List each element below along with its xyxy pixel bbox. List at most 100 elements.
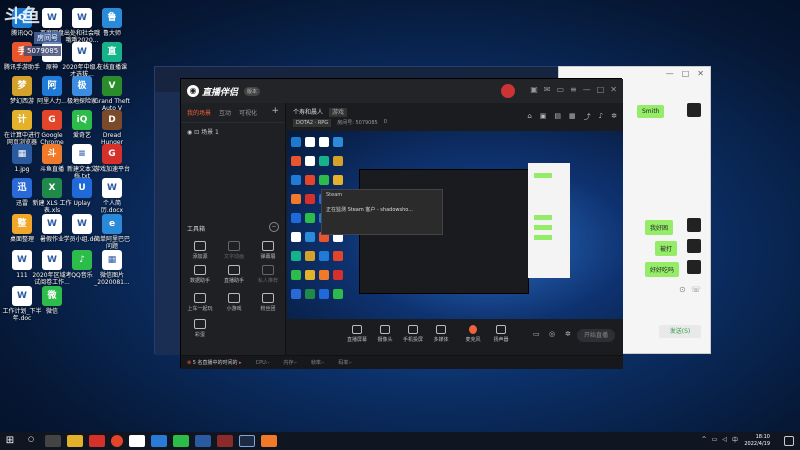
toolbox-item[interactable]: 彩蛋 [185, 319, 215, 338]
capture-tool[interactable]: 麦克风 [459, 325, 487, 343]
avatar[interactable] [687, 218, 701, 232]
app-icon: 计 [12, 110, 32, 130]
tab-my-scenes[interactable]: 我的场景 [187, 108, 211, 117]
douyu-icon[interactable] [261, 435, 277, 447]
scene-item[interactable]: ◉ ⊡ 场景 1 [181, 123, 285, 140]
tool-icon [228, 241, 240, 251]
online-count: 0 [383, 119, 387, 125]
preview-mini-icon [305, 232, 315, 242]
app-icon: 梦 [12, 76, 32, 96]
preview-mini-icon [291, 137, 301, 147]
clock[interactable]: 18:10 2022/4/19 [744, 434, 770, 448]
app-icon[interactable] [89, 435, 105, 447]
capture-tool[interactable]: 直播屏幕 [343, 325, 371, 343]
phone-icon[interactable]: ☏ [691, 285, 701, 294]
toolbox-item[interactable]: 弹幕展 [253, 241, 283, 260]
toolbox-item[interactable]: 上车一起玩 [185, 293, 215, 312]
desktop-icon[interactable]: e 简单阿里巴巴问题 [92, 214, 132, 250]
shop-icon[interactable]: ⌂ [527, 112, 531, 122]
capture-tool[interactable]: 手机投屏 [399, 325, 427, 343]
toolbox-item[interactable]: 粉丝团 [253, 293, 283, 312]
toolbox-item[interactable]: 小游戏 [219, 293, 249, 312]
app-icon[interactable] [195, 435, 211, 447]
share-icon[interactable]: ⤴ [584, 112, 591, 122]
maximize-icon[interactable]: □ [682, 69, 690, 79]
capture-tool-label: 手机投屏 [402, 337, 423, 343]
send-button[interactable]: 发送(S) [659, 325, 701, 338]
calendar-icon[interactable]: ▦ [569, 112, 576, 122]
capture-tool[interactable]: 多媒体 [427, 325, 455, 343]
desktop-icon[interactable]: ▦ 微信图片_2020081... [92, 250, 132, 286]
settings-icon[interactable]: ✲ [611, 112, 617, 122]
tab-visual[interactable]: 可视化 [239, 108, 257, 117]
screen-icon[interactable]: ▭ [556, 85, 564, 94]
avatar[interactable] [687, 103, 701, 117]
search-icon[interactable]: ○ [23, 435, 39, 447]
desktop-icon[interactable]: V Grand Theft Auto V [92, 76, 132, 112]
taskbar: ⊞ ○ ^ ▭ ◁ 中 18:10 2022/4/19 [0, 432, 800, 450]
desktop-icon[interactable]: G 游戏加速平台 [92, 144, 132, 173]
tool-icon [228, 293, 240, 303]
tab-interaction[interactable]: 互动 [219, 108, 231, 117]
bell-icon[interactable]: ♪ [599, 112, 603, 122]
stream-tag[interactable]: 游戏 [328, 108, 347, 117]
start-stream-button[interactable]: 开始直播 [577, 329, 615, 342]
chrome-icon[interactable] [111, 435, 123, 447]
stream-preview[interactable]: Steam 正在监测 Steam 客户 - shadowsho... [287, 131, 623, 319]
close-icon[interactable]: ✕ [610, 85, 617, 94]
preview-mini-icon [319, 289, 329, 299]
category-chip[interactable]: DOTA2 · RPG [293, 119, 332, 127]
version-badge[interactable]: 版本 [244, 86, 261, 96]
close-icon[interactable]: ✕ [697, 69, 704, 79]
preview-mini-icon [333, 251, 343, 261]
wechat-icon[interactable] [173, 435, 189, 447]
app-icon[interactable] [151, 435, 167, 447]
avatar[interactable] [687, 260, 701, 274]
avatar[interactable] [687, 239, 701, 253]
minimize-icon[interactable]: — [666, 69, 674, 79]
steam-popup[interactable]: Steam 正在监测 Steam 客户 - shadowsho... [321, 189, 443, 235]
gift-icon[interactable]: ▣ [530, 85, 538, 94]
avatar[interactable] [501, 84, 515, 98]
capture-tool[interactable]: 扬声器 [487, 325, 515, 343]
toolbox-item[interactable]: 数据助手 [185, 265, 215, 284]
desktop-icon[interactable]: D Dread Hunger [92, 110, 132, 146]
toolbox-item[interactable]: 私人推荐 [253, 265, 283, 284]
message-icon[interactable]: ✉ [544, 85, 551, 94]
notification-icon[interactable] [784, 436, 794, 446]
desktop-icon[interactable]: 微微信 [32, 286, 72, 315]
input-language[interactable]: 中 [732, 435, 738, 444]
start-button[interactable]: ⊞ [0, 432, 20, 450]
record-icon[interactable]: ◎ [549, 330, 555, 338]
desktop-icon[interactable]: 直在线直播课 [92, 42, 132, 71]
toolbox-item[interactable]: 文字动画 [219, 241, 249, 260]
eye-icon[interactable]: ◉ [187, 129, 192, 136]
clipboard-icon[interactable]: ▤ [554, 112, 561, 122]
network-icon[interactable]: ▭ [712, 436, 718, 443]
file-explorer-icon[interactable] [67, 435, 83, 447]
desktop-icon[interactable]: 鲁鲁大师 [92, 8, 132, 37]
task-view-icon[interactable] [45, 435, 61, 447]
stream-title[interactable]: 个寿和晨人 [293, 109, 323, 116]
streaming-app-window[interactable]: ◉ 直播伴侣 版本 ▣ ✉ ▭ ≡ — □ ✕ 我的场景 互动 可视化 + ◉ … [180, 78, 623, 369]
add-scene-icon[interactable]: + [271, 107, 279, 117]
steam-icon[interactable] [239, 435, 255, 447]
menu-icon[interactable]: ≡ [570, 85, 577, 94]
camera-icon[interactable]: ▭ [533, 330, 540, 338]
app-icon[interactable] [217, 435, 233, 447]
tool-icon [194, 293, 206, 303]
minimize-icon[interactable]: — [583, 85, 591, 94]
chevron-up-icon[interactable]: ^ [702, 436, 707, 443]
gear-icon[interactable]: ✲ [565, 330, 571, 338]
toolbox-toggle-icon[interactable]: − [269, 222, 279, 232]
capture-tool[interactable]: 摄像头 [371, 325, 399, 343]
toolbox-item[interactable]: 添加源 [185, 241, 215, 260]
settings-icon[interactable]: ⊙ [679, 285, 686, 294]
gift-icon[interactable]: ▣ [540, 112, 547, 122]
volume-icon[interactable]: ◁ [722, 436, 727, 443]
maximize-icon[interactable]: □ [597, 85, 605, 94]
notepad-icon[interactable] [129, 435, 145, 447]
app-icon: W [72, 214, 92, 234]
desktop-icon[interactable]: W 个人简历.docx [92, 178, 132, 214]
toolbox-item[interactable]: 直播助手 [219, 265, 249, 284]
